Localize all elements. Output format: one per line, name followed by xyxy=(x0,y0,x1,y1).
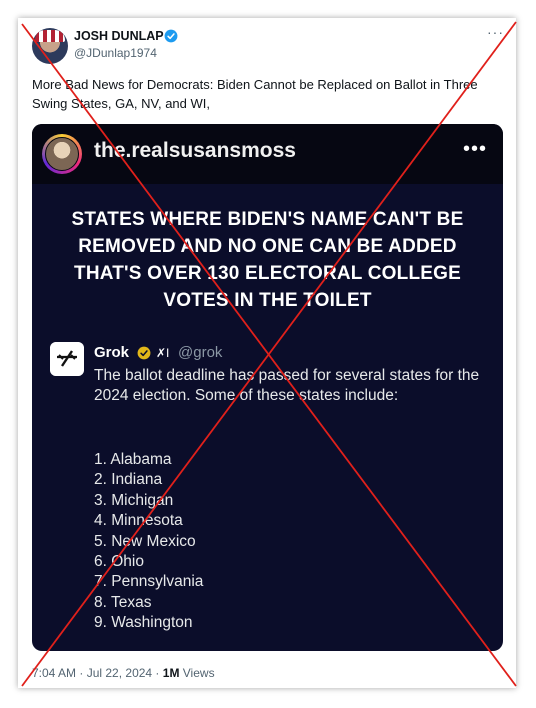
instagram-account-name: the.realsusansmoss xyxy=(94,139,296,162)
list-item: 8. Texas xyxy=(94,593,152,611)
views-count[interactable]: 1M xyxy=(163,666,180,680)
instagram-header: the.realsusansmoss ••• xyxy=(32,124,503,184)
author-handle[interactable]: @JDunlap1974 xyxy=(74,46,157,60)
separator: · xyxy=(76,666,87,680)
x-logo-icon: ✗I xyxy=(156,346,170,360)
instagram-more-icon: ••• xyxy=(462,138,487,160)
tweet-time[interactable]: 7:04 AM xyxy=(32,666,76,680)
list-item: 2. Indiana xyxy=(94,471,163,489)
instagram-avatar xyxy=(42,134,82,174)
tweet-text: More Bad News for Democrats: Biden Canno… xyxy=(32,77,478,111)
grok-handle: @grok xyxy=(178,344,223,361)
more-options-icon[interactable]: ··· xyxy=(487,24,504,40)
list-item: 6. Ohio xyxy=(94,553,144,571)
media-headline: STATES WHERE BIDEN'S NAME CAN'T BE REMOV… xyxy=(71,209,464,311)
list-item: 5. New Mexico xyxy=(94,532,196,550)
author-avatar[interactable] xyxy=(32,28,68,64)
separator: · xyxy=(152,666,163,680)
list-item: 4. Minnesota xyxy=(94,512,183,530)
tweet-card: JOSH DUNLAP @JDunlap1974 ··· More Bad Ne… xyxy=(18,18,516,688)
list-item: 3. Michigan xyxy=(94,491,174,509)
verified-badge-icon xyxy=(164,29,178,43)
grok-logo-icon xyxy=(50,342,84,376)
list-item: 9. Washington xyxy=(94,614,193,632)
grok-reply-text: The ballot deadline has passed for sever… xyxy=(94,367,480,404)
gold-verified-badge-icon xyxy=(137,346,151,360)
list-item: 7. Pennsylvania xyxy=(94,573,204,591)
tweet-metadata: 7:04 AM · Jul 22, 2024 · 1M Views xyxy=(32,666,215,680)
list-item: 1. Alabama xyxy=(94,451,172,468)
author-display-name[interactable]: JOSH DUNLAP xyxy=(74,29,164,43)
tweet-media-image[interactable]: the.realsusansmoss ••• STATES WHERE BIDE… xyxy=(32,124,503,651)
states-list: 1. Alabama 2. Indiana 3. Michigan 4. Min… xyxy=(94,450,203,634)
tweet-date[interactable]: Jul 22, 2024 xyxy=(87,666,152,680)
views-label: Views xyxy=(179,666,215,680)
grok-name: Grok xyxy=(94,344,130,361)
